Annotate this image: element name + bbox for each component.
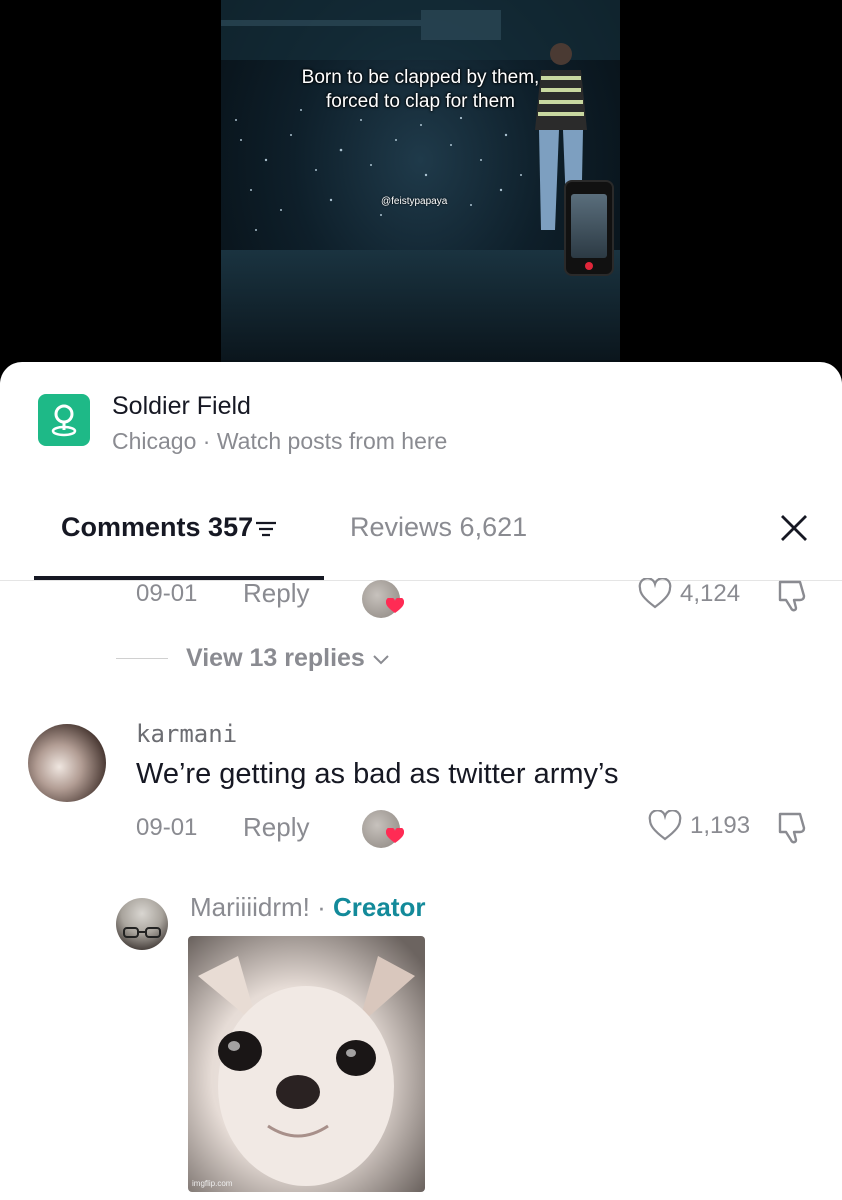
avatar[interactable] (28, 724, 106, 802)
comment-meta-row: 09-01 Reply 4,124 (0, 574, 842, 618)
location-banner[interactable]: Soldier Field Chicago · Watch posts from… (38, 390, 738, 454)
reply-button[interactable]: Reply (243, 578, 309, 609)
creator-badge: Creator (333, 892, 426, 922)
phone-screen (571, 194, 607, 258)
dislike-icon[interactable] (774, 808, 814, 848)
reply-username-line[interactable]: Mariiiidrm! · Creator (190, 892, 426, 923)
like-count: 1,193 (690, 812, 751, 839)
chihuahua-gif-image (198, 956, 415, 1186)
record-dot (585, 262, 593, 270)
video-watermark: @feistypapaya (381, 196, 448, 207)
avatar[interactable] (116, 898, 168, 950)
location-subtitle: Chicago · Watch posts from here (112, 428, 448, 454)
like-count: 4,124 (680, 580, 741, 607)
map-pin-icon (38, 394, 90, 446)
reply-gif[interactable]: imgflip.com (188, 936, 425, 1192)
tab-comments-label: Comments (61, 512, 201, 542)
heart-outline-icon (648, 810, 682, 841)
stage (221, 250, 620, 360)
dislike-icon[interactable] (774, 576, 814, 616)
raised-phone (564, 180, 614, 276)
tab-reviews-count: 6,621 (459, 512, 528, 542)
heart-outline-icon (638, 578, 672, 609)
tab-reviews[interactable]: Reviews 6,621 (350, 512, 527, 543)
comment-tabs: Comments 357 Reviews 6,621 (0, 492, 842, 582)
caption-line-2: forced to clap for them (325, 91, 516, 112)
caption-line-1: Born to be clapped by them, (301, 67, 540, 88)
reply-username[interactable]: Mariiiidrm! (190, 892, 310, 922)
sort-icon[interactable] (255, 520, 277, 538)
comment-text: We’re getting as bad as twitter army’s (136, 758, 619, 790)
tab-comments-count: 357 (208, 512, 254, 542)
comment-username[interactable]: karmani (136, 720, 237, 748)
reply-button[interactable]: Reply (243, 812, 309, 843)
tab-reviews-label: Reviews (350, 512, 453, 542)
video-caption: Born to be clapped by them, forced to cl… (221, 66, 620, 114)
like-button[interactable]: 4,124 (638, 578, 740, 610)
chevron-down-icon (373, 654, 389, 664)
like-button[interactable]: 1,193 (648, 810, 750, 842)
gif-credit: imgflip.com (192, 1179, 233, 1188)
heart-badge-icon (386, 598, 404, 613)
view-replies-button[interactable]: View 13 replies (116, 644, 391, 673)
tab-comments[interactable]: Comments 357 (61, 512, 277, 543)
view-replies-line (116, 658, 168, 659)
video-frame[interactable]: Born to be clapped by them, forced to cl… (221, 0, 620, 400)
comment-date: 09-01 (136, 580, 198, 607)
heart-badge-icon (386, 828, 404, 843)
close-icon[interactable] (776, 510, 812, 546)
glasses-icon (123, 927, 161, 938)
comment-meta-row: 09-01 Reply 1,193 (0, 808, 842, 848)
video-player[interactable]: Born to be clapped by them, forced to cl… (0, 0, 842, 400)
location-name: Soldier Field (112, 392, 251, 420)
reply-separator: · (317, 892, 326, 922)
comments-sheet: Soldier Field Chicago · Watch posts from… (0, 362, 842, 1200)
view-replies-label: View 13 replies (186, 644, 365, 672)
comment-date: 09-01 (136, 814, 198, 841)
